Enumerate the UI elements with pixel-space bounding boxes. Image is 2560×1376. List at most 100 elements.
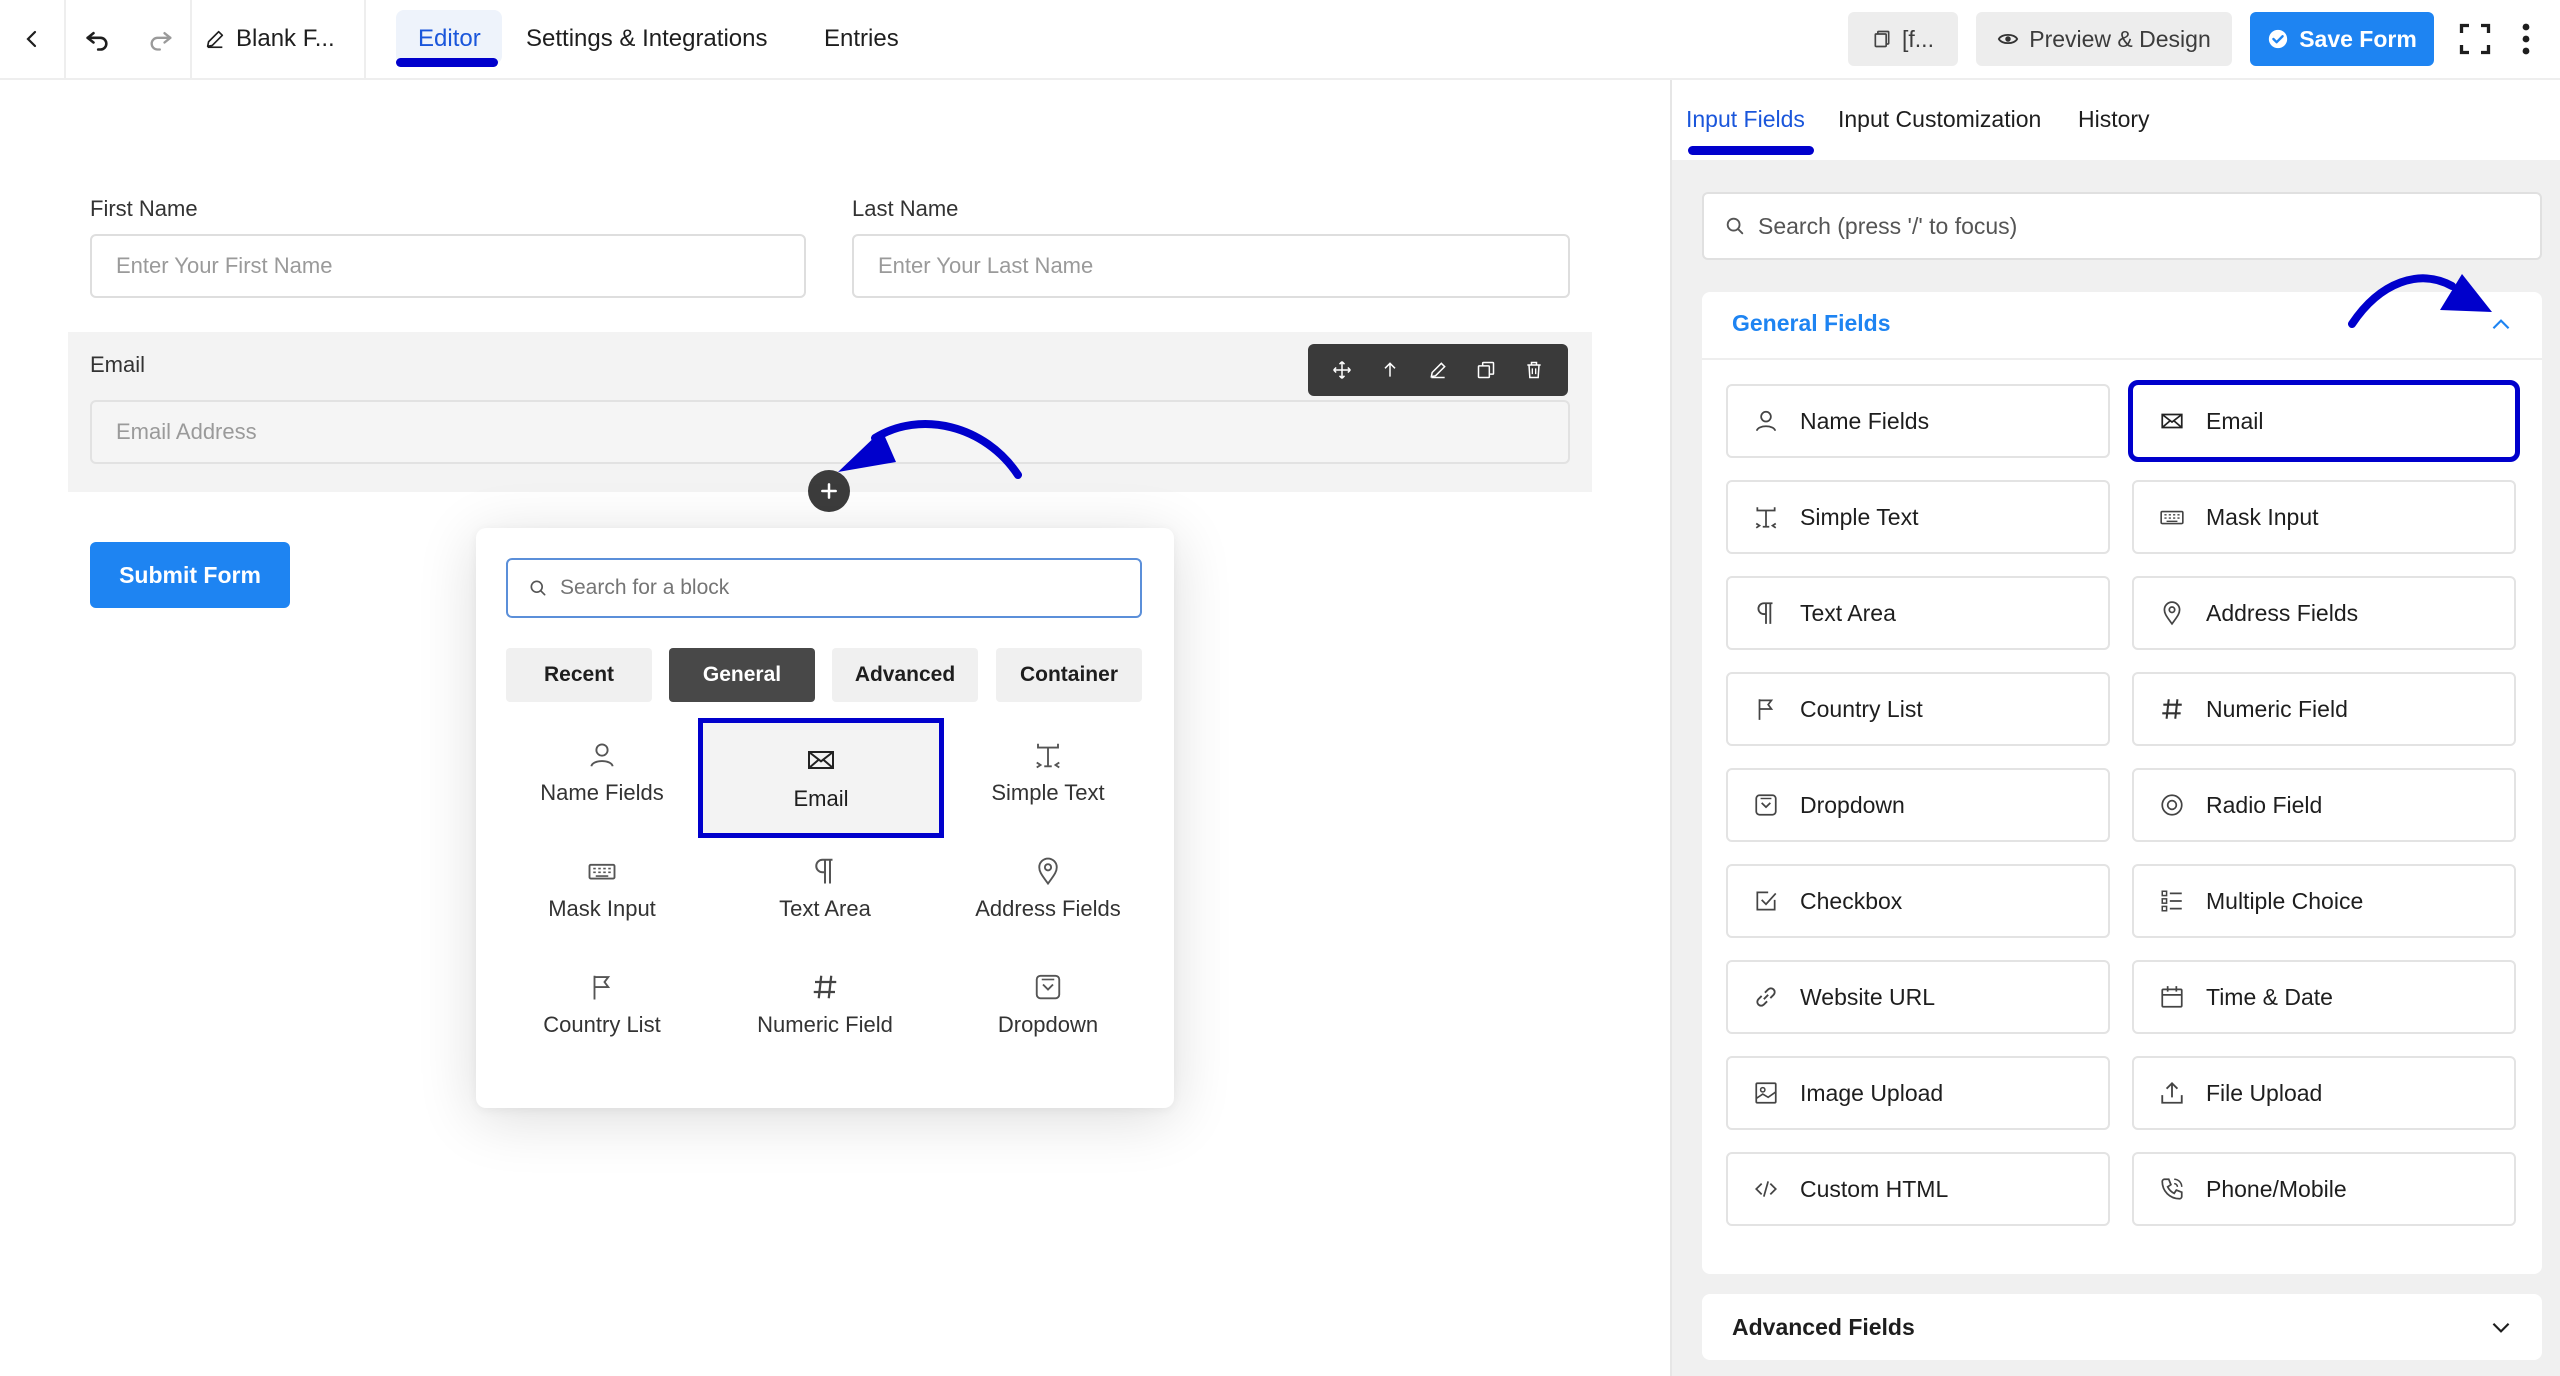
phone-icon bbox=[2161, 1178, 2183, 1200]
duplicate-icon bbox=[1477, 361, 1495, 379]
back-button[interactable] bbox=[0, 0, 64, 78]
submit-form-button[interactable]: Submit Form bbox=[90, 542, 290, 608]
email-label: Email bbox=[90, 352, 146, 377]
inserter-item-text-area[interactable]: Text Area bbox=[709, 834, 941, 944]
tab-input-customization[interactable]: Input Customization bbox=[1838, 106, 2041, 133]
inserter-tab-general[interactable]: General bbox=[669, 648, 815, 702]
field-custom-html[interactable]: Custom HTML bbox=[1726, 1152, 2110, 1226]
tab-history[interactable]: History bbox=[2078, 106, 2150, 133]
fields-search-placeholder: Search (press '/' to focus) bbox=[1758, 212, 2018, 239]
move-button[interactable] bbox=[1322, 350, 1362, 390]
field-country-list[interactable]: Country List bbox=[1726, 672, 2110, 746]
fields-search-input[interactable]: Search (press '/' to focus) bbox=[1702, 192, 2542, 260]
image-icon bbox=[1755, 1082, 1777, 1104]
field-name-fields[interactable]: Name Fields bbox=[1726, 384, 2110, 458]
field-numeric-field[interactable]: Numeric Field bbox=[2132, 672, 2516, 746]
duplicate-block-button[interactable] bbox=[1466, 350, 1506, 390]
field-radio-field[interactable]: Radio Field bbox=[2132, 768, 2516, 842]
inserter-item-email[interactable]: Email bbox=[698, 718, 944, 838]
flag-icon bbox=[593, 975, 611, 1000]
save-form-button[interactable]: Save Form bbox=[2250, 12, 2434, 66]
move-up-button[interactable] bbox=[1370, 350, 1410, 390]
keyboard-icon bbox=[2160, 510, 2184, 525]
move-icon bbox=[1333, 361, 1351, 379]
inserter-item-label: Text Area bbox=[779, 896, 871, 921]
undo-button[interactable] bbox=[66, 0, 128, 78]
inserter-tab-container[interactable]: Container bbox=[996, 648, 1142, 702]
field-mask-input[interactable]: Mask Input bbox=[2132, 480, 2516, 554]
inserter-item-simple-text[interactable]: Simple Text bbox=[932, 718, 1164, 828]
redo-button[interactable] bbox=[130, 0, 192, 78]
field-label: Mask Input bbox=[2206, 503, 2319, 530]
edit-block-button[interactable] bbox=[1418, 350, 1458, 390]
advanced-fields-panel[interactable]: Advanced Fields bbox=[1702, 1294, 2542, 1360]
list-icon bbox=[2161, 890, 2182, 912]
preview-design-label: Preview & Design bbox=[2029, 25, 2211, 52]
inserter-item-address-fields[interactable]: Address Fields bbox=[932, 834, 1164, 944]
field-label: Image Upload bbox=[1800, 1079, 1944, 1106]
field-file-upload[interactable]: File Upload bbox=[2132, 1056, 2516, 1130]
general-fields-title[interactable]: General Fields bbox=[1732, 310, 1891, 337]
inserter-tab-advanced[interactable]: Advanced bbox=[832, 648, 978, 702]
field-email[interactable]: Email bbox=[2128, 380, 2520, 462]
plus-icon bbox=[821, 483, 837, 499]
shortcode-button[interactable]: [f... bbox=[1848, 12, 1958, 66]
pencil-icon bbox=[206, 30, 224, 49]
inserter-item-label: Email bbox=[793, 786, 849, 811]
form-title[interactable]: Blank F... bbox=[204, 0, 335, 78]
collapse-general-fields-button[interactable] bbox=[2488, 312, 2514, 338]
more-options-button[interactable] bbox=[2506, 0, 2546, 78]
field-label: Country List bbox=[1800, 695, 1923, 722]
search-icon bbox=[530, 580, 546, 596]
upload-icon bbox=[2161, 1081, 2183, 1104]
panel-divider bbox=[1702, 358, 2542, 360]
field-simple-text[interactable]: Simple Text bbox=[1726, 480, 2110, 554]
field-website-url[interactable]: Website URL bbox=[1726, 960, 2110, 1034]
search-icon bbox=[1726, 217, 1744, 235]
first-name-label: First Name bbox=[90, 196, 198, 221]
field-text-area[interactable]: Text Area bbox=[1726, 576, 2110, 650]
field-label: Checkbox bbox=[1800, 887, 1903, 914]
last-name-placeholder: Enter Your Last Name bbox=[878, 253, 1094, 278]
inserter-item-label: Country List bbox=[543, 1012, 661, 1037]
field-time-date[interactable]: Time & Date bbox=[2132, 960, 2516, 1034]
field-multiple-choice[interactable]: Multiple Choice bbox=[2132, 864, 2516, 938]
field-image-upload[interactable]: Image Upload bbox=[1726, 1056, 2110, 1130]
inserter-item-mask-input[interactable]: Mask Input bbox=[486, 834, 718, 944]
last-name-input[interactable]: Enter Your Last Name bbox=[852, 234, 1570, 298]
field-address-fields[interactable]: Address Fields bbox=[2132, 576, 2516, 650]
tab-input-fields[interactable]: Input Fields bbox=[1686, 106, 1805, 133]
add-block-button[interactable] bbox=[808, 470, 850, 512]
last-name-label: Last Name bbox=[852, 196, 959, 221]
fullscreen-button[interactable] bbox=[2448, 0, 2502, 78]
tab-settings-integrations[interactable]: Settings & Integrations bbox=[526, 0, 767, 78]
trash-icon bbox=[1527, 361, 1541, 379]
inserter-tab-recent[interactable]: Recent bbox=[506, 648, 652, 702]
field-phone-mobile[interactable]: Phone/Mobile bbox=[2132, 1152, 2516, 1226]
field-checkbox[interactable]: Checkbox bbox=[1726, 864, 2110, 938]
block-search-input[interactable]: Search for a block bbox=[506, 558, 1142, 618]
inserter-item-dropdown[interactable]: Dropdown bbox=[932, 950, 1164, 1060]
inserter-item-name-fields[interactable]: Name Fields bbox=[486, 718, 718, 828]
preview-design-button[interactable]: Preview & Design bbox=[1976, 12, 2232, 66]
field-dropdown[interactable]: Dropdown bbox=[1726, 768, 2110, 842]
inserter-item-numeric-field[interactable]: Numeric Field bbox=[709, 950, 941, 1060]
field-label: Phone/Mobile bbox=[2206, 1175, 2347, 1202]
radio-icon bbox=[2161, 794, 2183, 816]
map-pin-icon bbox=[2163, 601, 2181, 626]
undo-icon bbox=[86, 31, 108, 51]
arrow-up-icon bbox=[1384, 362, 1396, 377]
inserter-item-label: Numeric Field bbox=[757, 1012, 893, 1037]
field-label: Radio Field bbox=[2206, 791, 2323, 818]
inserter-item-country-list[interactable]: Country List bbox=[486, 950, 718, 1060]
hash-icon bbox=[813, 975, 837, 999]
field-label: Time & Date bbox=[2206, 983, 2333, 1010]
email-input[interactable]: Email Address bbox=[90, 400, 1570, 464]
first-name-input[interactable]: Enter Your First Name bbox=[90, 234, 806, 298]
tab-entries[interactable]: Entries bbox=[824, 0, 899, 78]
delete-block-button[interactable] bbox=[1514, 350, 1554, 390]
field-label: Name Fields bbox=[1800, 407, 1930, 434]
user-icon bbox=[590, 743, 614, 767]
redo-icon bbox=[150, 32, 172, 51]
fullscreen-icon bbox=[2459, 23, 2491, 55]
